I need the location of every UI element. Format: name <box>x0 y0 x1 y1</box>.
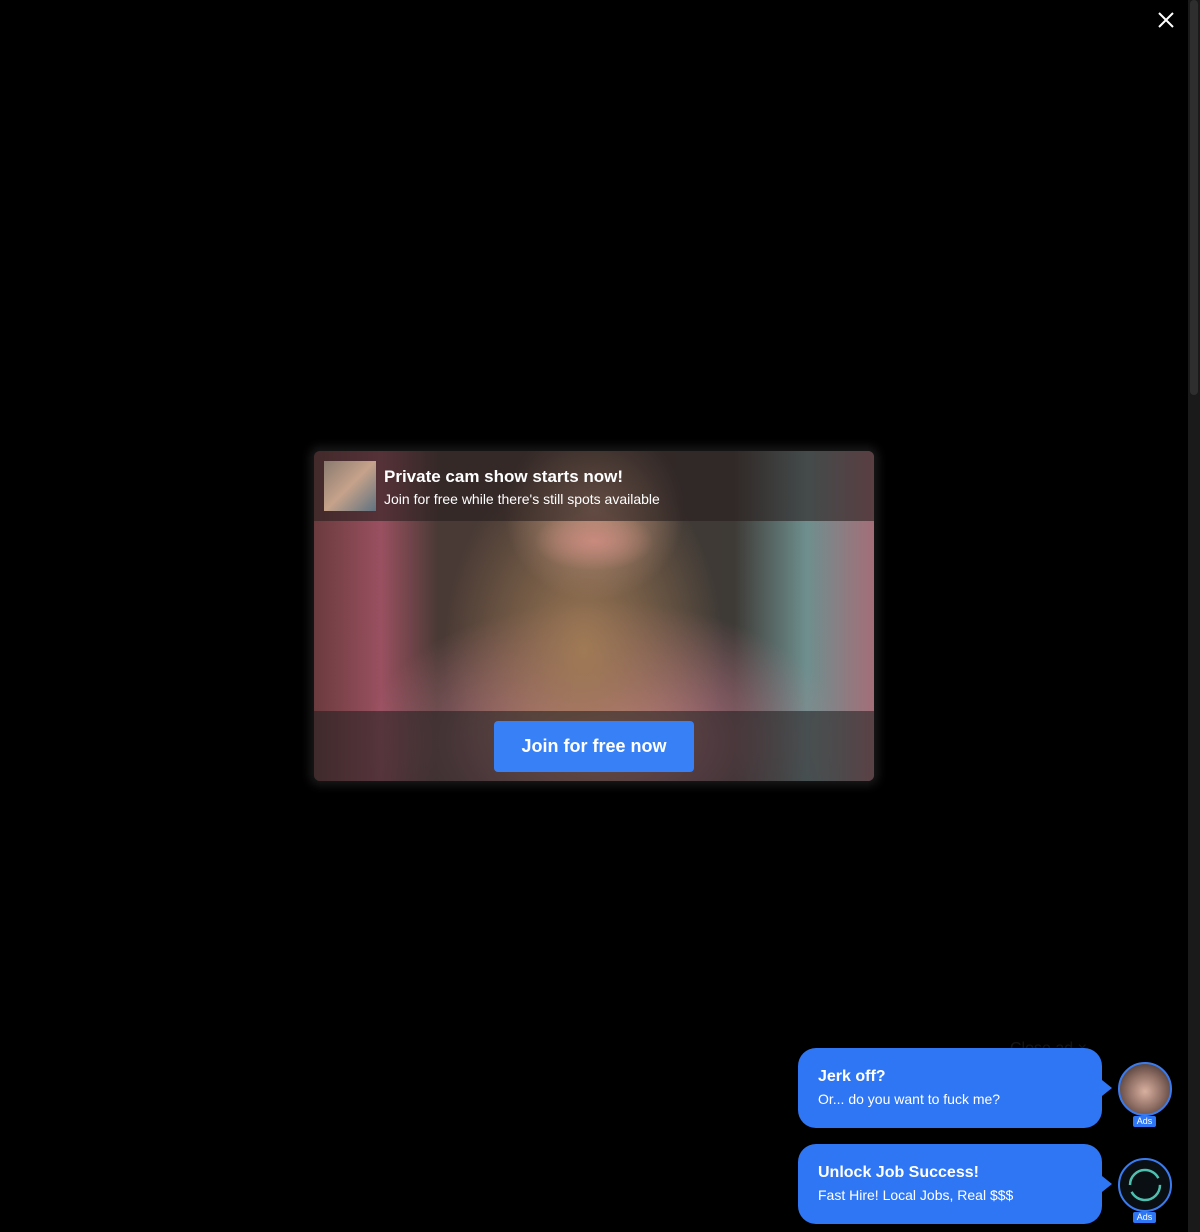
ad-modal[interactable]: Private cam show starts now! Join for fr… <box>314 451 874 781</box>
scrollbar[interactable] <box>1188 0 1200 1232</box>
avatar[interactable] <box>1118 1158 1172 1212</box>
chat-ad-title: Jerk off? <box>818 1068 886 1085</box>
chat-ad-bubble[interactable]: Unlock Job Success! Fast Hire! Local Job… <box>798 1144 1112 1224</box>
close-icon[interactable] <box>1154 8 1178 32</box>
chat-ad-subtitle: Fast Hire! Local Jobs, Real $$$ <box>818 1187 1014 1203</box>
join-button[interactable]: Join for free now <box>494 721 694 772</box>
modal-title: Private cam show starts now! <box>384 467 624 486</box>
modal-subtitle: Join for free while there's still spots … <box>384 491 660 507</box>
scrollbar-thumb[interactable] <box>1190 0 1198 395</box>
chat-ad-bubble[interactable]: Jerk off? Or... do you want to fuck me? <box>798 1048 1112 1128</box>
chat-ad-subtitle: Or... do you want to fuck me? <box>818 1091 1001 1107</box>
ads-badge: Ads <box>1133 1212 1156 1223</box>
thumbnail-image <box>324 461 376 511</box>
chat-ad-title: Unlock Job Success! <box>818 1164 979 1181</box>
brand-logo-icon <box>1128 1168 1162 1202</box>
avatar[interactable] <box>1118 1062 1172 1116</box>
ads-badge: Ads <box>1133 1116 1156 1127</box>
modal-header: Private cam show starts now! Join for fr… <box>314 451 874 521</box>
